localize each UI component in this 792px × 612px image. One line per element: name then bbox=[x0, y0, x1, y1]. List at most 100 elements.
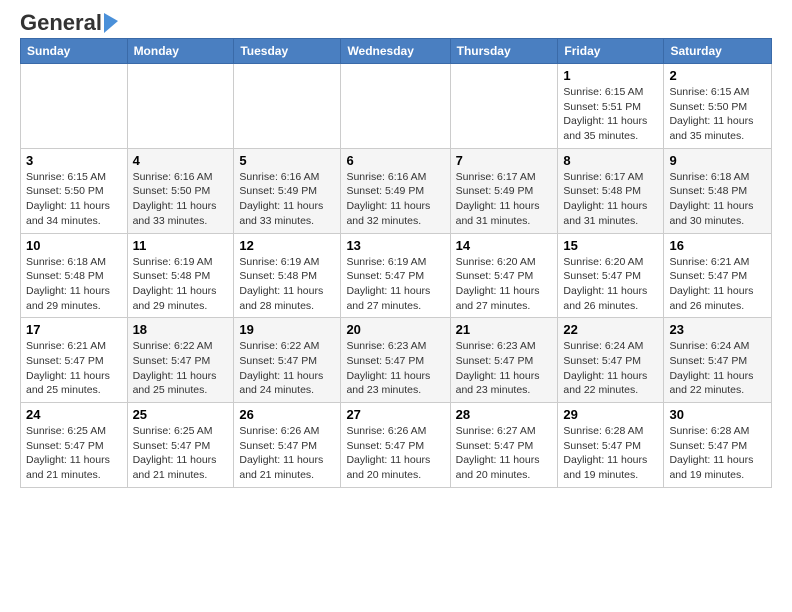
calendar-cell: 2 Sunrise: 6:15 AM Sunset: 5:50 PM Daylig… bbox=[664, 64, 772, 149]
day-detail: Sunrise: 6:22 AM Sunset: 5:47 PM Dayligh… bbox=[133, 339, 229, 398]
logo-general2: General bbox=[20, 10, 102, 36]
day-number: 8 bbox=[563, 153, 658, 168]
day-detail: Sunrise: 6:26 AM Sunset: 5:47 PM Dayligh… bbox=[239, 424, 335, 483]
calendar-cell: 13Sunrise: 6:19 AM Sunset: 5:47 PM Dayli… bbox=[341, 233, 450, 318]
calendar-cell bbox=[341, 64, 450, 149]
day-detail: Sunrise: 6:20 AM Sunset: 5:47 PM Dayligh… bbox=[563, 255, 658, 314]
day-detail: Sunrise: 6:16 AM Sunset: 5:50 PM Dayligh… bbox=[133, 170, 229, 229]
day-detail: Sunrise: 6:17 AM Sunset: 5:49 PM Dayligh… bbox=[456, 170, 553, 229]
day-detail: Sunrise: 6:23 AM Sunset: 5:47 PM Dayligh… bbox=[346, 339, 444, 398]
day-detail: Sunrise: 6:25 AM Sunset: 5:47 PM Dayligh… bbox=[26, 424, 122, 483]
calendar-cell: 22 Sunrise: 6:24 AM Sunset: 5:47 PM Dayli… bbox=[558, 318, 664, 403]
calendar-header-row: SundayMondayTuesdayWednesdayThursdayFrid… bbox=[21, 39, 772, 64]
calendar-cell: 23 Sunrise: 6:24 AM Sunset: 5:47 PM Dayli… bbox=[664, 318, 772, 403]
calendar-cell: 19 Sunrise: 6:22 AM Sunset: 5:47 PM Dayli… bbox=[234, 318, 341, 403]
calendar-cell: 17Sunrise: 6:21 AM Sunset: 5:47 PM Dayli… bbox=[21, 318, 128, 403]
logo: General bbox=[20, 16, 120, 32]
day-detail: Sunrise: 6:16 AM Sunset: 5:49 PM Dayligh… bbox=[239, 170, 335, 229]
day-detail: Sunrise: 6:15 AM Sunset: 5:50 PM Dayligh… bbox=[669, 85, 766, 144]
calendar-cell: 26 Sunrise: 6:26 AM Sunset: 5:47 PM Dayli… bbox=[234, 403, 341, 488]
calendar-cell: 10 Sunrise: 6:18 AM Sunset: 5:48 PM Dayli… bbox=[21, 233, 128, 318]
weekday-header-monday: Monday bbox=[127, 39, 234, 64]
calendar-cell: 14Sunrise: 6:20 AM Sunset: 5:47 PM Dayli… bbox=[450, 233, 558, 318]
day-number: 6 bbox=[346, 153, 444, 168]
weekday-header-saturday: Saturday bbox=[664, 39, 772, 64]
calendar-cell: 30Sunrise: 6:28 AM Sunset: 5:47 PM Dayli… bbox=[664, 403, 772, 488]
weekday-header-wednesday: Wednesday bbox=[341, 39, 450, 64]
day-number: 7 bbox=[456, 153, 553, 168]
day-detail: Sunrise: 6:28 AM Sunset: 5:47 PM Dayligh… bbox=[563, 424, 658, 483]
calendar-cell: 25 Sunrise: 6:25 AM Sunset: 5:47 PM Dayli… bbox=[127, 403, 234, 488]
week-row-1: 1 Sunrise: 6:15 AM Sunset: 5:51 PM Daylig… bbox=[21, 64, 772, 149]
calendar-cell bbox=[234, 64, 341, 149]
day-number: 28 bbox=[456, 407, 553, 422]
day-number: 5 bbox=[239, 153, 335, 168]
day-detail: Sunrise: 6:19 AM Sunset: 5:48 PM Dayligh… bbox=[133, 255, 229, 314]
day-number: 25 bbox=[133, 407, 229, 422]
day-detail: Sunrise: 6:20 AM Sunset: 5:47 PM Dayligh… bbox=[456, 255, 553, 314]
day-detail: Sunrise: 6:15 AM Sunset: 5:50 PM Dayligh… bbox=[26, 170, 122, 229]
calendar-cell: 18 Sunrise: 6:22 AM Sunset: 5:47 PM Dayli… bbox=[127, 318, 234, 403]
calendar-cell bbox=[450, 64, 558, 149]
day-number: 1 bbox=[563, 68, 658, 83]
calendar-cell: 29 Sunrise: 6:28 AM Sunset: 5:47 PM Dayli… bbox=[558, 403, 664, 488]
calendar-cell: 4 Sunrise: 6:16 AM Sunset: 5:50 PM Daylig… bbox=[127, 148, 234, 233]
calendar-cell: 21 Sunrise: 6:23 AM Sunset: 5:47 PM Dayli… bbox=[450, 318, 558, 403]
day-detail: Sunrise: 6:17 AM Sunset: 5:48 PM Dayligh… bbox=[563, 170, 658, 229]
day-detail: Sunrise: 6:25 AM Sunset: 5:47 PM Dayligh… bbox=[133, 424, 229, 483]
calendar-cell: 7 Sunrise: 6:17 AM Sunset: 5:49 PM Daylig… bbox=[450, 148, 558, 233]
calendar-cell: 24 Sunrise: 6:25 AM Sunset: 5:47 PM Dayli… bbox=[21, 403, 128, 488]
day-detail: Sunrise: 6:23 AM Sunset: 5:47 PM Dayligh… bbox=[456, 339, 553, 398]
day-number: 4 bbox=[133, 153, 229, 168]
day-number: 29 bbox=[563, 407, 658, 422]
week-row-4: 17Sunrise: 6:21 AM Sunset: 5:47 PM Dayli… bbox=[21, 318, 772, 403]
calendar-cell: 3 Sunrise: 6:15 AM Sunset: 5:50 PM Daylig… bbox=[21, 148, 128, 233]
day-detail: Sunrise: 6:18 AM Sunset: 5:48 PM Dayligh… bbox=[669, 170, 766, 229]
logo-triangle bbox=[104, 13, 118, 33]
day-number: 18 bbox=[133, 322, 229, 337]
day-detail: Sunrise: 6:27 AM Sunset: 5:47 PM Dayligh… bbox=[456, 424, 553, 483]
day-number: 17 bbox=[26, 322, 122, 337]
page: General SundayMondayTuesdayWednesdayThur… bbox=[0, 0, 792, 498]
calendar: SundayMondayTuesdayWednesdayThursdayFrid… bbox=[20, 38, 772, 488]
day-number: 11 bbox=[133, 238, 229, 253]
day-detail: Sunrise: 6:15 AM Sunset: 5:51 PM Dayligh… bbox=[563, 85, 658, 144]
day-number: 22 bbox=[563, 322, 658, 337]
calendar-cell: 20 Sunrise: 6:23 AM Sunset: 5:47 PM Dayli… bbox=[341, 318, 450, 403]
calendar-cell bbox=[127, 64, 234, 149]
calendar-cell: 8 Sunrise: 6:17 AM Sunset: 5:48 PM Daylig… bbox=[558, 148, 664, 233]
calendar-cell bbox=[21, 64, 128, 149]
day-number: 2 bbox=[669, 68, 766, 83]
day-number: 24 bbox=[26, 407, 122, 422]
calendar-cell: 12Sunrise: 6:19 AM Sunset: 5:48 PM Dayli… bbox=[234, 233, 341, 318]
day-detail: Sunrise: 6:24 AM Sunset: 5:47 PM Dayligh… bbox=[563, 339, 658, 398]
weekday-header-tuesday: Tuesday bbox=[234, 39, 341, 64]
weekday-header-friday: Friday bbox=[558, 39, 664, 64]
day-number: 26 bbox=[239, 407, 335, 422]
header: General bbox=[20, 16, 772, 32]
calendar-cell: 1 Sunrise: 6:15 AM Sunset: 5:51 PM Daylig… bbox=[558, 64, 664, 149]
day-number: 23 bbox=[669, 322, 766, 337]
day-number: 19 bbox=[239, 322, 335, 337]
calendar-cell: 15Sunrise: 6:20 AM Sunset: 5:47 PM Dayli… bbox=[558, 233, 664, 318]
day-detail: Sunrise: 6:16 AM Sunset: 5:49 PM Dayligh… bbox=[346, 170, 444, 229]
day-detail: Sunrise: 6:21 AM Sunset: 5:47 PM Dayligh… bbox=[669, 255, 766, 314]
day-number: 21 bbox=[456, 322, 553, 337]
day-number: 20 bbox=[346, 322, 444, 337]
calendar-cell: 27Sunrise: 6:26 AM Sunset: 5:47 PM Dayli… bbox=[341, 403, 450, 488]
day-number: 3 bbox=[26, 153, 122, 168]
day-number: 16 bbox=[669, 238, 766, 253]
day-detail: Sunrise: 6:24 AM Sunset: 5:47 PM Dayligh… bbox=[669, 339, 766, 398]
week-row-5: 24 Sunrise: 6:25 AM Sunset: 5:47 PM Dayli… bbox=[21, 403, 772, 488]
calendar-cell: 6 Sunrise: 6:16 AM Sunset: 5:49 PM Daylig… bbox=[341, 148, 450, 233]
day-detail: Sunrise: 6:19 AM Sunset: 5:48 PM Dayligh… bbox=[239, 255, 335, 314]
day-detail: Sunrise: 6:19 AM Sunset: 5:47 PM Dayligh… bbox=[346, 255, 444, 314]
calendar-cell: 5 Sunrise: 6:16 AM Sunset: 5:49 PM Daylig… bbox=[234, 148, 341, 233]
day-detail: Sunrise: 6:18 AM Sunset: 5:48 PM Dayligh… bbox=[26, 255, 122, 314]
calendar-cell: 11 Sunrise: 6:19 AM Sunset: 5:48 PM Dayli… bbox=[127, 233, 234, 318]
calendar-cell: 9Sunrise: 6:18 AM Sunset: 5:48 PM Daylig… bbox=[664, 148, 772, 233]
day-detail: Sunrise: 6:22 AM Sunset: 5:47 PM Dayligh… bbox=[239, 339, 335, 398]
day-number: 27 bbox=[346, 407, 444, 422]
day-number: 10 bbox=[26, 238, 122, 253]
calendar-cell: 16 Sunrise: 6:21 AM Sunset: 5:47 PM Dayli… bbox=[664, 233, 772, 318]
